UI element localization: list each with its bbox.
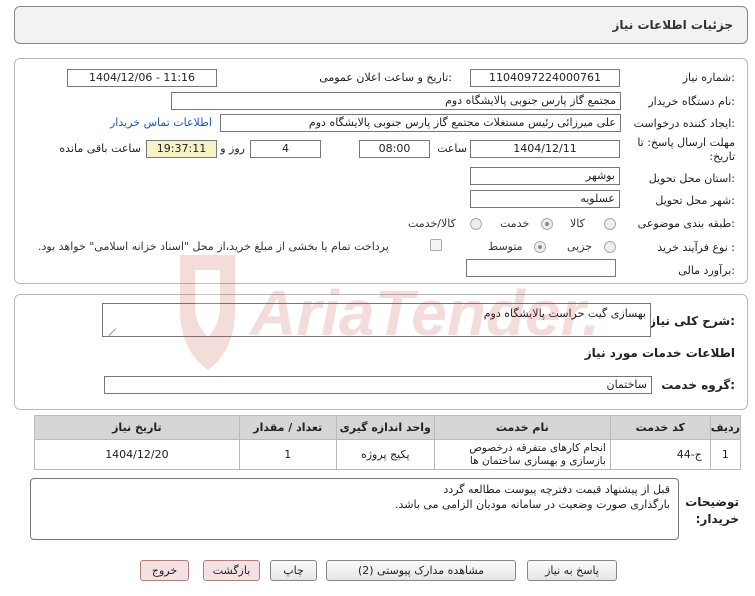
deadline-label: مهلت ارسال پاسخ: تا تاریخ: xyxy=(637,136,735,163)
col-need-date: تاریخ نیاز xyxy=(34,415,240,440)
process-minor-radio[interactable] xyxy=(604,241,616,253)
category-service-radio[interactable] xyxy=(541,218,553,230)
page-title: جزئیات اطلاعات نیاز xyxy=(612,18,733,32)
process-minor-label: جزیی xyxy=(567,240,593,253)
reply-button[interactable]: پاسخ به نیاز xyxy=(527,560,617,581)
category-goods-service-radio[interactable] xyxy=(470,218,482,230)
cell-service-name: انجام کارهای متفرقه درخصوص بازسازی و بهس… xyxy=(433,439,611,470)
remaining-time-field: 19:37:11 xyxy=(146,140,217,158)
deadline-time-label: ساعت xyxy=(437,142,467,155)
creator-field: علی میرزائی رئیس مستغلات مجتمع گاز پارس … xyxy=(220,114,621,132)
buyer-contact-link[interactable]: اطلاعات تماس خریدار xyxy=(110,116,212,129)
city-label: شهر محل تحویل: xyxy=(655,194,735,207)
buyer-notes-field: قبل از پیشنهاد قیمت دفترچه پیوست مطالعه … xyxy=(30,478,679,540)
cell-row-number: 1 xyxy=(709,439,742,470)
financial-estimate-label: برآورد مالی: xyxy=(678,264,735,277)
financial-estimate-field[interactable] xyxy=(466,259,616,277)
province-label: استان محل تحویل: xyxy=(648,172,735,185)
buyer-notes-label: توضیحات خریدار: xyxy=(685,495,739,526)
category-label: طبقه بندی موضوعی: xyxy=(637,217,735,230)
creator-label: ایجاد کننده درخواست: xyxy=(633,117,735,130)
view-attachments-button[interactable]: مشاهده مدارک پیوستی (2) xyxy=(326,560,516,581)
days-label: روز و xyxy=(220,142,245,155)
page-header: جزئیات اطلاعات نیاز xyxy=(14,6,748,44)
announce-date-field: 1404/12/06 - 11:16 xyxy=(67,69,217,87)
deadline-date-field: 1404/12/11 xyxy=(470,140,620,158)
process-medium-radio[interactable] xyxy=(534,241,546,253)
buyer-org-field: مجتمع گاز پارس جنوبی پالایشگاه دوم xyxy=(171,92,621,110)
deadline-time-field: 08:00 xyxy=(359,140,430,158)
col-unit: واحد اندازه گیری xyxy=(335,415,435,440)
print-button[interactable]: چاپ xyxy=(270,560,317,581)
category-goods-label: کالا xyxy=(570,217,585,230)
buyer-notes-line-1: قبل از پیشنهاد قیمت دفترچه پیوست مطالعه … xyxy=(443,483,670,496)
need-number-field: 1104097224000761 xyxy=(470,69,620,87)
province-field: بوشهر xyxy=(470,167,620,185)
announce-date-label: تاریخ و ساعت اعلان عمومی: xyxy=(319,71,452,84)
cell-need-date: 1404/12/20 xyxy=(34,439,240,470)
category-goods-radio[interactable] xyxy=(604,218,616,230)
need-number-label: شماره نیاز: xyxy=(682,71,735,84)
cell-service-code: ج-44 xyxy=(609,439,711,470)
back-button[interactable]: بازگشت xyxy=(203,560,260,581)
days-remaining-field: 4 xyxy=(250,140,321,158)
treasury-payment-checkbox[interactable] xyxy=(430,239,442,251)
table-header-row: ردیف کد خدمت نام خدمت واحد اندازه گیری ت… xyxy=(34,415,742,440)
col-service-name: نام خدمت xyxy=(433,415,611,440)
buyer-org-label: نام دستگاه خریدار: xyxy=(648,95,735,108)
category-goods-service-label: کالا/خدمت xyxy=(408,217,456,230)
city-field: عسلویه xyxy=(470,190,620,208)
service-group-field: ساختمان xyxy=(104,376,652,394)
col-row-number: ردیف xyxy=(709,415,742,440)
need-description-field: بهسازی گیت حراست پالایشگاه دوم xyxy=(102,303,651,337)
treasury-payment-note: پرداخت تمام یا بخشی از مبلغ خرید،از محل … xyxy=(38,240,389,253)
remaining-time-label: ساعت باقی مانده xyxy=(59,142,141,155)
service-group-label: گروه خدمت: xyxy=(661,378,735,392)
buyer-notes-line-2: بارگذاری صورت وضعیت در سامانه مودیان الز… xyxy=(395,498,670,511)
cell-unit: پکیج پروژه xyxy=(335,439,435,470)
col-quantity: تعداد / مقدار xyxy=(238,415,337,440)
table-row: 1 ج-44 انجام کارهای متفرقه درخصوص بازساز… xyxy=(34,439,742,470)
process-medium-label: متوسط xyxy=(488,240,523,253)
col-service-code: کد خدمت xyxy=(609,415,711,440)
services-table: ردیف کد خدمت نام خدمت واحد اندازه گیری ت… xyxy=(34,415,742,470)
exit-button[interactable]: خروج xyxy=(140,560,189,581)
need-description-label: شرح کلی نیاز: xyxy=(649,314,735,328)
cell-quantity: 1 xyxy=(238,439,337,470)
category-service-label: خدمت xyxy=(500,217,530,230)
process-type-label: نوع فرآیند خرید : xyxy=(657,241,735,254)
services-section-title: اطلاعات خدمات مورد نیاز xyxy=(584,346,735,360)
